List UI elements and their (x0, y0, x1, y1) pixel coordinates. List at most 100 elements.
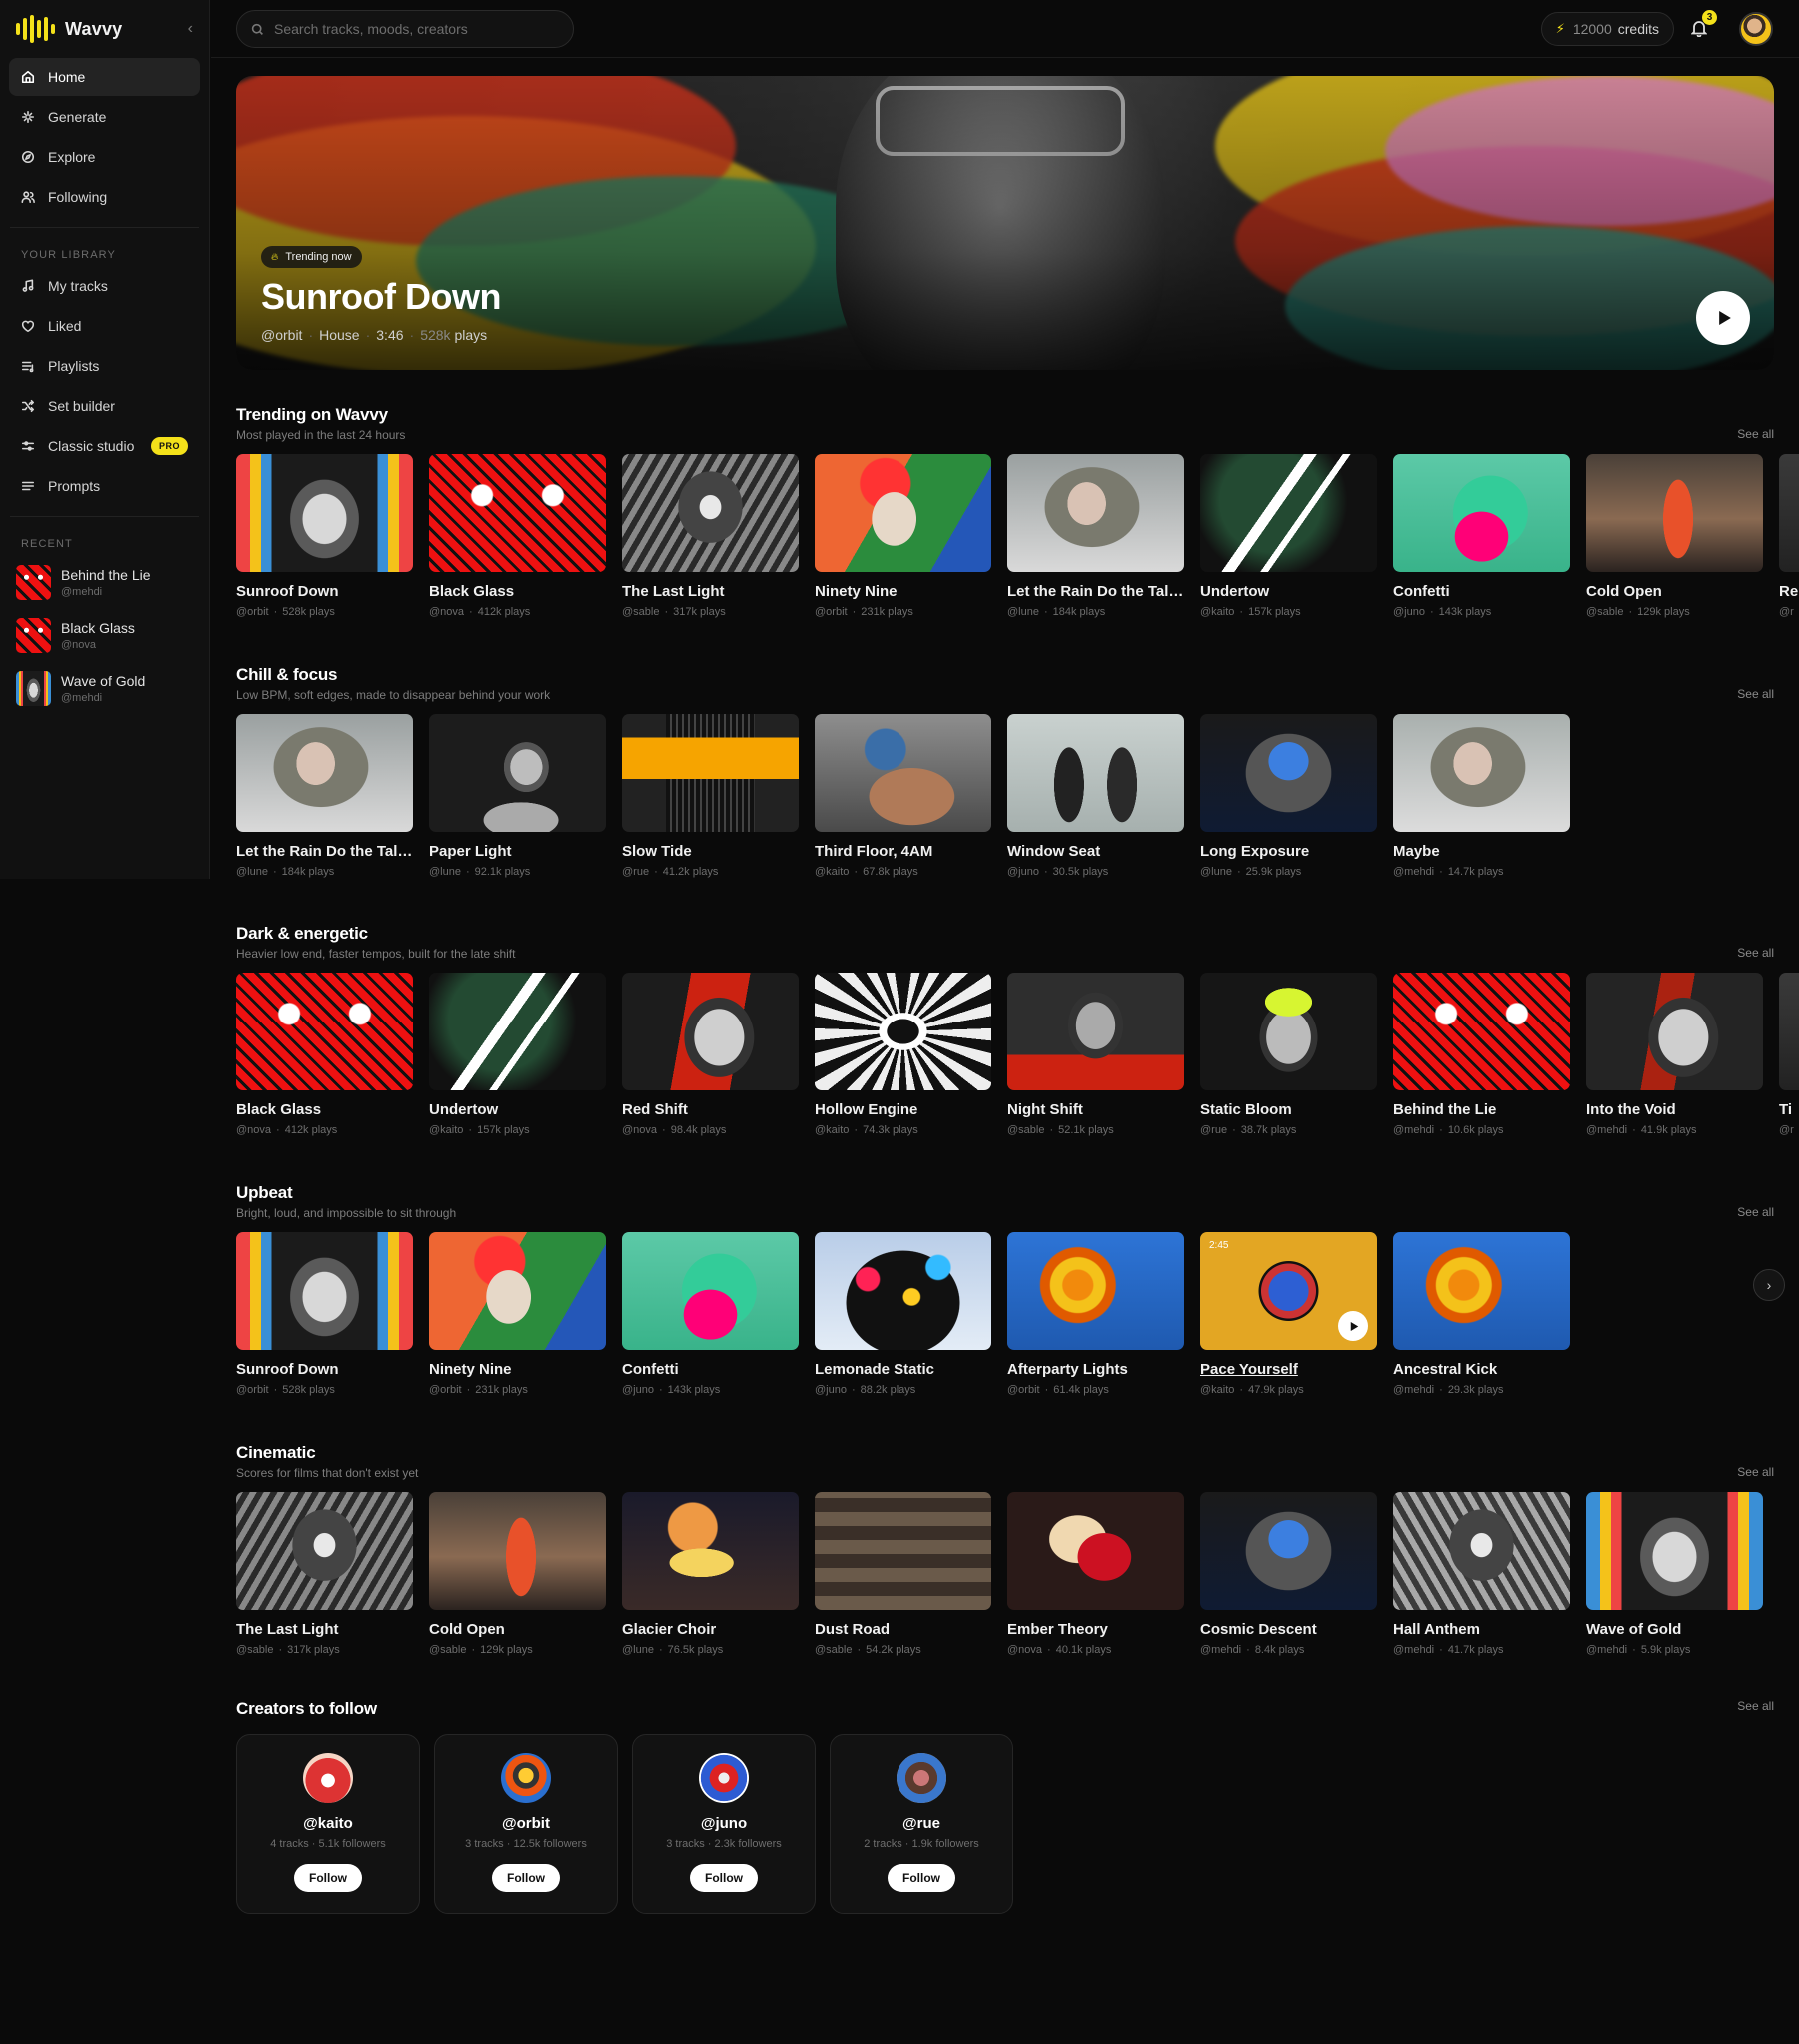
track-creator[interactable]: @kaito (815, 1124, 849, 1136)
track-creator[interactable]: @lune (429, 866, 461, 878)
follow-button[interactable]: Follow (690, 1864, 758, 1892)
track-creator[interactable]: @juno (1393, 606, 1425, 618)
track-creator[interactable]: @juno (622, 1384, 654, 1396)
nav-item-liked[interactable]: Liked (9, 307, 200, 345)
track-title[interactable]: Afterparty Lights (1007, 1361, 1184, 1378)
track-cover[interactable] (429, 714, 606, 832)
see-all-link[interactable]: See all (1737, 1205, 1774, 1219)
track-cover[interactable] (429, 1232, 606, 1350)
creator-avatar[interactable] (699, 1753, 749, 1803)
track-card[interactable]: Afterparty Lights @orbit · 61.4k plays (1007, 1232, 1184, 1396)
track-card[interactable]: Long Exposure @lune · 25.9k plays (1200, 714, 1377, 878)
track-creator[interactable]: @orbit (236, 1384, 269, 1396)
track-creator[interactable]: @kaito (429, 1124, 463, 1136)
track-cover[interactable] (236, 1492, 413, 1610)
track-card[interactable]: Let the Rain Do the Talki... @lune · 184k … (1007, 454, 1184, 618)
track-title[interactable]: Glacier Choir (622, 1621, 799, 1638)
track-title[interactable]: Long Exposure (1200, 843, 1377, 860)
track-title[interactable]: Sunroof Down (236, 1361, 413, 1378)
see-all-link[interactable]: See all (1737, 946, 1774, 960)
creator-handle[interactable]: @juno (701, 1815, 747, 1832)
track-creator[interactable]: @lune (622, 1644, 654, 1656)
creator-card[interactable]: @juno 3 tracks · 2.3k followers Follow (632, 1734, 816, 1914)
track-cover[interactable] (622, 714, 799, 832)
track-title[interactable]: Let the Rain Do the Talki... (236, 843, 413, 860)
track-title[interactable]: Paper Light (429, 843, 606, 860)
track-card[interactable]: Hollow Engine @kaito · 74.3k plays (815, 973, 991, 1136)
track-cover[interactable] (622, 1492, 799, 1610)
track-creator[interactable]: @sable (1586, 606, 1623, 618)
track-cover[interactable] (815, 1232, 991, 1350)
credits-pill[interactable]: ⚡ 12000 credits (1540, 12, 1674, 46)
track-cover[interactable] (1007, 1492, 1184, 1610)
track-title[interactable]: Confetti (1393, 583, 1570, 600)
track-cover[interactable] (429, 973, 606, 1090)
track-cover[interactable] (1007, 454, 1184, 572)
track-title[interactable]: Confetti (622, 1361, 799, 1378)
track-card[interactable]: Black Glass @nova · 412k plays (429, 454, 606, 618)
track-cover[interactable] (815, 454, 991, 572)
creator-card[interactable]: @kaito 4 tracks · 5.1k followers Follow (236, 1734, 420, 1914)
track-title[interactable]: Let the Rain Do the Talki... (1007, 583, 1184, 600)
track-title[interactable]: Night Shift (1007, 1101, 1184, 1118)
track-creator[interactable]: @mehdi (1393, 1384, 1434, 1396)
collapse-sidebar-icon[interactable]: ‹ (188, 20, 193, 38)
track-title[interactable]: Static Bloom (1200, 1101, 1377, 1118)
track-card[interactable]: Lemonade Static @juno · 88.2k plays (815, 1232, 991, 1396)
track-cover[interactable] (236, 973, 413, 1090)
nav-item-following[interactable]: Following (9, 178, 200, 216)
track-creator[interactable]: @mehdi (1393, 1644, 1434, 1656)
search-input[interactable] (274, 21, 554, 37)
track-title[interactable]: Black Glass (429, 583, 606, 600)
track-card[interactable]: Night Shift @sable · 52.1k plays (1007, 973, 1184, 1136)
track-creator[interactable]: @sable (429, 1644, 466, 1656)
track-cover[interactable] (1586, 973, 1763, 1090)
track-card[interactable]: Ember Theory @nova · 40.1k plays (1007, 1492, 1184, 1656)
track-title[interactable]: Undertow (1200, 583, 1377, 600)
track-cover[interactable] (815, 973, 991, 1090)
track-cover[interactable] (1586, 454, 1763, 572)
track-cover[interactable] (1007, 973, 1184, 1090)
track-title[interactable]: Lemonade Static (815, 1361, 991, 1378)
track-cover[interactable] (1200, 454, 1377, 572)
search-bar[interactable] (236, 10, 574, 48)
track-card[interactable]: Behind the Lie @mehdi · 10.6k plays (1393, 973, 1570, 1136)
track-title[interactable]: Ember Theory (1007, 1621, 1184, 1638)
track-cover[interactable] (1200, 1492, 1377, 1610)
track-creator[interactable]: @kaito (1200, 1384, 1234, 1396)
track-creator[interactable]: @sable (1007, 1124, 1044, 1136)
track-creator[interactable]: @lune (236, 866, 268, 878)
track-title[interactable]: Window Seat (1007, 843, 1184, 860)
track-card[interactable]: Dust Road @sable · 54.2k plays (815, 1492, 991, 1656)
track-card[interactable]: Confetti @juno · 143k plays (1393, 454, 1570, 618)
track-card[interactable]: Into the Void @mehdi · 41.9k plays (1586, 973, 1763, 1136)
track-cover[interactable] (1393, 973, 1570, 1090)
see-all-link[interactable]: See all (1737, 1699, 1774, 1713)
track-title[interactable]: The Last Light (622, 583, 799, 600)
row-scroll-next-button[interactable]: › (1753, 1269, 1785, 1301)
track-title[interactable]: Wave of Gold (1586, 1621, 1763, 1638)
track-card[interactable]: Let the Rain Do the Talki... @lune · 184k … (236, 714, 413, 878)
track-creator[interactable]: @mehdi (1200, 1644, 1241, 1656)
track-card[interactable]: Red Shift @nova · 98.4k plays (622, 973, 799, 1136)
track-cover[interactable] (236, 1232, 413, 1350)
track-creator[interactable]: @rue (622, 866, 649, 878)
follow-button[interactable]: Follow (294, 1864, 362, 1892)
track-card[interactable]: Ancestral Kick @mehdi · 29.3k plays (1393, 1232, 1570, 1396)
track-title[interactable]: Cold Open (1586, 583, 1763, 600)
track-card[interactable]: 2:45 Pace Yourself @kaito · 47.9k plays (1200, 1232, 1377, 1396)
track-creator[interactable]: @nova (236, 1124, 271, 1136)
hero-play-button[interactable] (1696, 291, 1750, 345)
track-creator[interactable]: @nova (622, 1124, 657, 1136)
track-cover[interactable] (1200, 973, 1377, 1090)
track-card[interactable]: Cold Open @sable · 129k plays (1586, 454, 1763, 618)
creator-avatar[interactable] (501, 1753, 551, 1803)
creator-card[interactable]: @orbit 3 tracks · 12.5k followers Follow (434, 1734, 618, 1914)
track-creator[interactable]: @mehdi (1586, 1644, 1627, 1656)
follow-button[interactable]: Follow (888, 1864, 955, 1892)
track-cover[interactable] (1393, 454, 1570, 572)
track-title[interactable]: Re (1779, 583, 1799, 600)
track-creator[interactable]: @orbit (1007, 1384, 1040, 1396)
track-cover[interactable] (236, 454, 413, 572)
track-title[interactable]: Pace Yourself (1200, 1361, 1377, 1378)
